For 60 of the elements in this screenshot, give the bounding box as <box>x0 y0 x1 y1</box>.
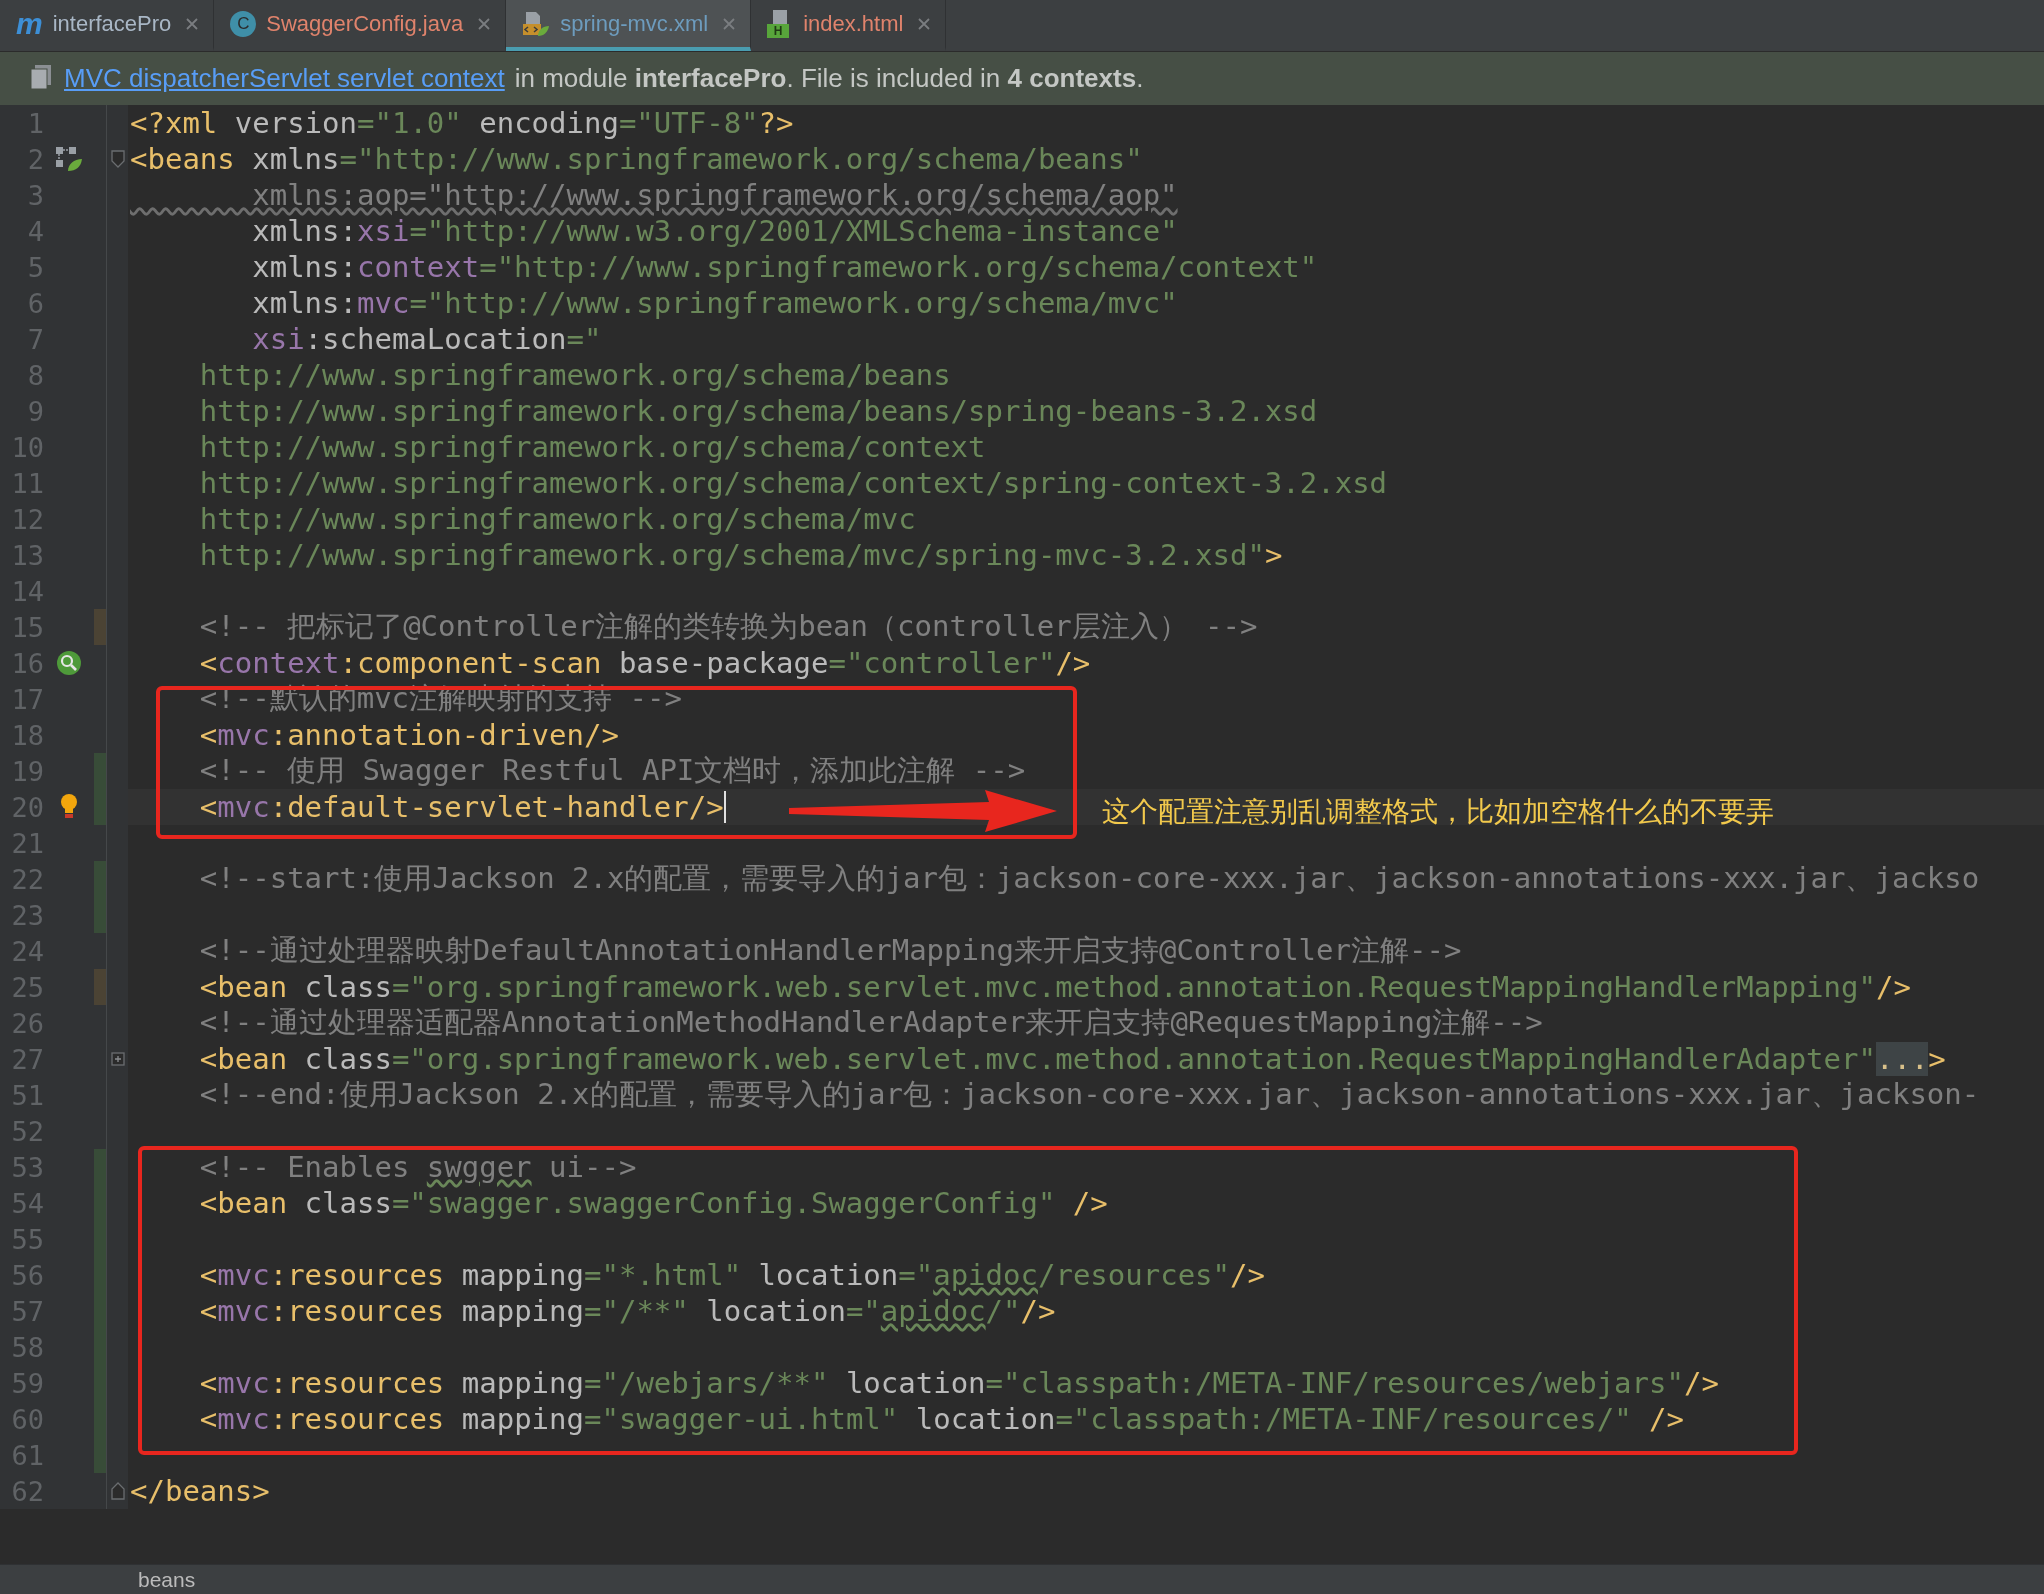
code-line: <mvc:resources mapping="/**" location="apidoc/"/> <box>198 1294 1056 1328</box>
code-line: http://www.springframework.org/schema/context <box>198 430 986 464</box>
code-line: xmlns:aop="http://www.springframework.org/schema/aop" <box>251 178 1178 212</box>
code-line: <mvc:resources mapping="*.html" location="apidoc/resources"/> <box>198 1258 1265 1292</box>
code-line: <mvc:annotation-driven/> <box>198 718 619 752</box>
code-line: <bean class="org.springframework.web.servlet.mvc.method.annotation.RequestMappingHandlerMapping"/> <box>198 970 1911 1004</box>
text-cursor <box>723 791 726 823</box>
editor-tab[interactable]: m interfacePro <box>0 0 215 51</box>
close-icon[interactable] <box>722 16 737 31</box>
code-line: <!-- 使用 Swagger Restful API文档时，添加此注解 --> <box>198 752 1026 789</box>
change-marker[interactable] <box>94 1437 106 1473</box>
code-line: xmlns:context="http://www.springframework.org/schema/context" <box>251 250 1318 284</box>
code-line: xmlns:xsi="http://www.w3.org/2001/XMLSchema-instance" <box>251 214 1178 248</box>
code-line: <bean class="swagger.swaggerConfig.SwaggerConfig" /> <box>198 1186 1108 1220</box>
code-line: <context:component-scan base-package="controller"/> <box>198 646 1091 680</box>
code-line: http://www.springframework.org/schema/mvc/spring-mvc-3.2.xsd"> <box>198 538 1283 572</box>
code-line: xmlns:mvc="http://www.springframework.org/schema/mvc" <box>251 286 1178 320</box>
code-line: http://www.springframework.org/schema/mvc <box>198 502 916 536</box>
expand-icon[interactable] <box>110 1052 125 1066</box>
xml-file-icon <box>522 9 551 38</box>
change-marker[interactable] <box>94 861 106 897</box>
context-link[interactable]: MVC dispatcherServlet servlet context <box>64 63 505 94</box>
close-icon[interactable] <box>917 16 932 31</box>
code-line: <!--通过处理器映射DefaultAnnotationHandlerMapping来开启支持@Controller注解--> <box>198 932 1462 969</box>
code-line: http://www.springframework.org/schema/beans <box>198 358 951 392</box>
change-marker[interactable] <box>94 789 106 825</box>
code-line: </beans> <box>130 1474 270 1508</box>
fold-marker-icon[interactable] <box>110 150 125 168</box>
code-line: <beans xmlns="http://www.springframework.org/schema/beans" <box>130 142 1143 176</box>
editor-tab[interactable]: spring-mvc.xml <box>506 0 752 51</box>
code-line: http://www.springframework.org/schema/context/spring-context-3.2.xsd <box>198 466 1388 500</box>
change-marker[interactable] <box>94 609 106 645</box>
change-marker[interactable] <box>94 1149 106 1185</box>
code-line: <bean class="org.springframework.web.servlet.mvc.method.annotation.RequestMappingHandlerAdapter"...> <box>198 1042 1946 1076</box>
code-line: <?xml version="1.0" encoding="UTF-8"?> <box>130 106 794 140</box>
close-icon[interactable] <box>477 16 492 31</box>
code-line: <mvc:default-servlet-handler/> <box>198 790 724 824</box>
bean-icon[interactable] <box>54 145 84 173</box>
fold-marker-icon[interactable] <box>110 1482 125 1500</box>
code-line: <mvc:resources mapping="swagger-ui.html" location="classpath:/META-INF/resources/" /> <box>198 1402 1684 1436</box>
breadcrumb[interactable]: beans <box>138 1567 196 1592</box>
change-marker[interactable] <box>94 897 106 933</box>
module-icon: m <box>16 8 43 39</box>
change-marker[interactable] <box>94 753 106 789</box>
code-line: http://www.springframework.org/schema/beans/spring-beans-3.2.xsd <box>198 394 1318 428</box>
context-message: in module interfacePro. File is included in 4 contexts. <box>514 63 1144 94</box>
close-icon[interactable] <box>185 16 200 31</box>
class-icon: C <box>230 10 257 37</box>
code-line: <!--通过处理器适配器AnnotationMethodHandlerAdapter来开启支持@RequestMapping注解--> <box>198 1004 1543 1041</box>
code-line: <!--end:使用Jackson 2.x的配置，需要导入的jar包：jackson-core-xxx.jar、jackson-annotations-xxx.jar、jackson- <box>198 1076 1980 1113</box>
code-line: <mvc:resources mapping="/webjars/**" location="classpath:/META-INF/resources/webjars"/> <box>198 1366 1719 1400</box>
code-line: <!-- Enables swgger ui--> <box>198 1150 637 1184</box>
code-line: xsi:schemaLocation=" <box>251 322 602 356</box>
editor-tab[interactable]: C SwaggerConfig.java <box>214 0 507 51</box>
code-line: <!-- 把标记了@Controller注解的类转换为bean（controller层注入） --> <box>198 608 1258 645</box>
change-marker[interactable] <box>94 969 106 1005</box>
code-line: <!--start:使用Jackson 2.x的配置，需要导入的jar包：jackson-core-xxx.jar、jackson-annotations-xxx.jar、jackso <box>198 860 1980 897</box>
annotation-note: 这个配置注意别乱调整格式，比如加空格什么的不要弄 <box>1102 794 1774 830</box>
search-icon[interactable] <box>55 649 83 677</box>
editor-tab[interactable]: H index.html <box>751 0 947 51</box>
